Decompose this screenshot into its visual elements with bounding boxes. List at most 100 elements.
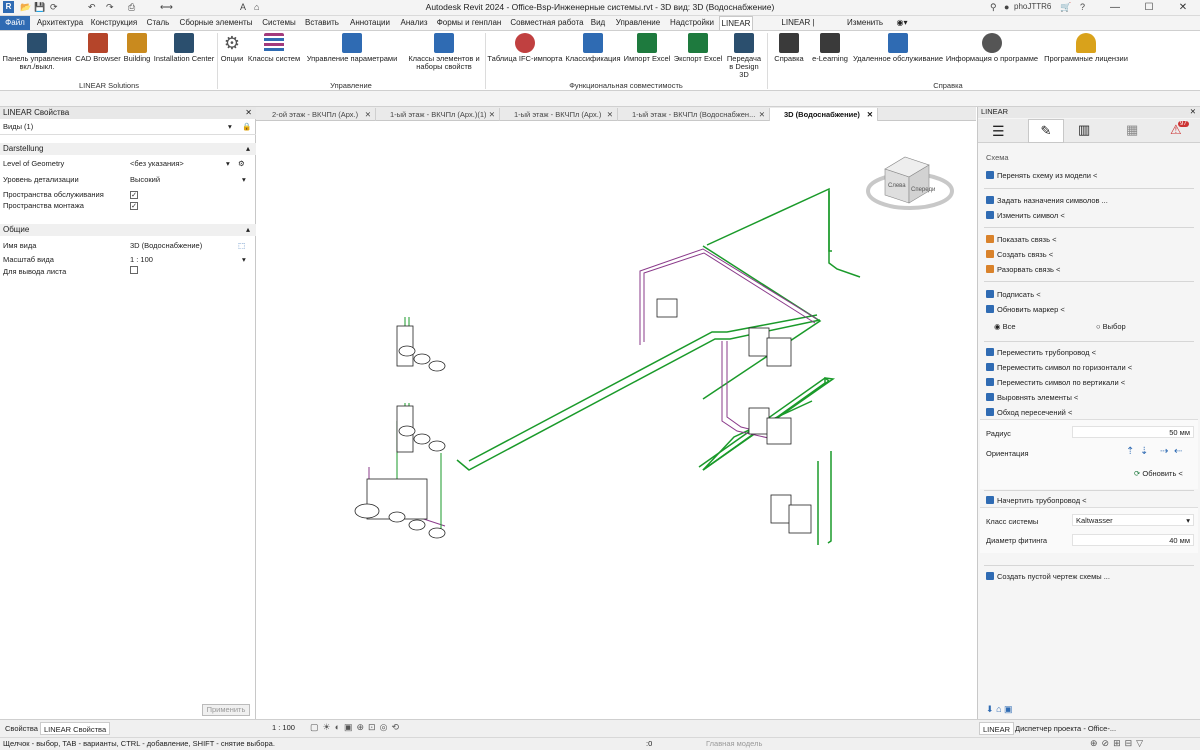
minimize-button[interactable]: —: [1098, 0, 1132, 16]
calculator-icon[interactable]: ▦: [1126, 122, 1138, 138]
user-icon[interactable]: ●: [1004, 2, 1009, 12]
panel-toggle-button[interactable]: Панель управления вкл./выкл.: [2, 33, 72, 71]
classification-button[interactable]: Классификация: [565, 33, 621, 63]
tab-view-1st-floor[interactable]: 1-ый этаж - ВКЧПл (Арх.) ✕: [500, 108, 618, 121]
annotate-button[interactable]: Подписать <: [986, 290, 1041, 299]
tab-project-browser[interactable]: Диспетчер проекта - Office-...: [1012, 722, 1119, 735]
tab-precast[interactable]: Сборные элементы: [177, 16, 255, 30]
tab-overflow-icon[interactable]: ◉▾: [892, 16, 912, 30]
about-button[interactable]: Информация о программе: [944, 33, 1040, 63]
building-button[interactable]: Building: [122, 33, 152, 63]
apply-button[interactable]: Применить: [202, 704, 250, 716]
ifc-table-button[interactable]: Таблица IFC-импорта: [487, 33, 563, 63]
orientation-up-icon[interactable]: ⇡: [1126, 446, 1134, 457]
system-classes-button[interactable]: Классы систем: [246, 33, 302, 63]
options-button[interactable]: ⚙ Опции: [219, 33, 245, 63]
service-spaces-checkbox[interactable]: ✓: [130, 191, 138, 199]
chevron-down-icon[interactable]: ▾: [226, 158, 230, 170]
adopt-schema-button[interactable]: Перенять схему из модели <: [986, 171, 1097, 180]
edit-tab-icon[interactable]: ✎: [1028, 119, 1064, 143]
tab-view[interactable]: Вид: [588, 16, 608, 30]
type-selector[interactable]: Виды (1) ▾ 🔒: [0, 121, 256, 135]
tab-linear-bottom[interactable]: LINEAR: [979, 722, 1015, 735]
radius-input[interactable]: 50 мм: [1072, 426, 1194, 438]
radio-all[interactable]: ◉ Все: [994, 322, 1016, 331]
view-control-icons[interactable]: ▢☀◐▣⊕⊡◎⟲: [310, 722, 403, 733]
tab-insert[interactable]: Вставить: [302, 16, 342, 30]
tab-addins[interactable]: Надстройки: [668, 16, 716, 30]
search-icon[interactable]: ⚲: [990, 2, 997, 13]
close-icon[interactable]: ✕: [607, 108, 613, 121]
selection-filter-icons[interactable]: ⊕⊘⊞⊟▽: [1090, 738, 1147, 749]
tab-architecture[interactable]: Архитектура: [33, 16, 87, 30]
maximize-button[interactable]: ☐: [1132, 0, 1166, 16]
move-pipe-button[interactable]: Переместить трубопровод <: [986, 348, 1096, 357]
pipe-model-drawing[interactable]: Слева Спереди: [257, 121, 976, 719]
remote-support-button[interactable]: Удаленное обслуживание: [852, 33, 944, 63]
section-general[interactable]: Общие ▴: [0, 224, 256, 236]
export-icon[interactable]: ⬇: [986, 704, 994, 714]
help-icon[interactable]: ?: [1080, 2, 1085, 12]
help-button[interactable]: Справка: [770, 33, 808, 63]
close-icon[interactable]: ✕: [1190, 107, 1196, 116]
tab-annotate[interactable]: Аннотации: [344, 16, 396, 30]
design3d-button[interactable]: Передача в Design 3D: [724, 33, 764, 79]
orientation-left-icon[interactable]: ⇠: [1174, 446, 1182, 457]
element-classes-button[interactable]: Классы элементов и наборы свойств: [404, 33, 484, 71]
tab-manage[interactable]: Управление: [610, 16, 666, 30]
tab-view-1st-floor-1[interactable]: 1-ый этаж - ВКЧПл (Арх.)(1) ✕: [376, 108, 500, 121]
camera-icon[interactable]: ⌂: [996, 704, 1001, 714]
chevron-down-icon[interactable]: ▾: [242, 174, 246, 186]
viewcube-front-label[interactable]: Спереди: [911, 187, 935, 193]
tab-modify[interactable]: Изменить: [843, 16, 887, 30]
tab-linear-properties[interactable]: LINEAR Свойства: [40, 722, 111, 735]
tab-linear[interactable]: LINEAR: [719, 16, 753, 30]
close-icon[interactable]: ✕: [489, 108, 495, 121]
fitting-diameter-input[interactable]: 40 мм: [1072, 534, 1194, 546]
draw-pipe-button[interactable]: Начертить трубопровод <: [986, 496, 1087, 505]
tab-linear-tools[interactable]: LINEAR | Инструменты: [756, 16, 840, 41]
refresh-button[interactable]: ⟳ Обновить <: [1134, 469, 1183, 478]
close-icon[interactable]: ✕: [365, 108, 371, 121]
symbol-assignment-button[interactable]: Задать назначения символов ...: [986, 196, 1108, 205]
prop-value[interactable]: 3D (Водоснабжение): [130, 240, 202, 252]
columns-icon[interactable]: ▥: [1078, 122, 1090, 138]
bypass-crossings-button[interactable]: Обход пересечений <: [986, 408, 1072, 417]
section-darstellung[interactable]: Darstellung ▴: [0, 143, 256, 155]
excel-import-button[interactable]: Импорт Excel: [622, 33, 672, 63]
tab-steel[interactable]: Сталь: [142, 16, 174, 30]
3d-view-canvas[interactable]: Слева Спереди: [257, 121, 976, 719]
show-link-button[interactable]: Показать связь <: [986, 235, 1057, 244]
tab-file[interactable]: Файл: [0, 16, 30, 30]
lock-icon[interactable]: 🔒: [242, 121, 251, 133]
excel-export-button[interactable]: Экспорт Excel: [673, 33, 723, 63]
tab-view-2nd-floor[interactable]: 2-ой этаж - ВКЧПл (Арх.) ✕: [258, 108, 376, 121]
chevron-down-icon[interactable]: ▾: [1186, 515, 1190, 526]
user-name[interactable]: phoJTTR6: [1014, 2, 1051, 11]
mounting-spaces-checkbox[interactable]: ✓: [130, 202, 138, 210]
update-marker-button[interactable]: Обновить маркер <: [986, 305, 1065, 314]
close-icon[interactable]: ✕: [759, 108, 765, 121]
orientation-right-icon[interactable]: ⇢: [1160, 446, 1168, 457]
prop-value[interactable]: 1 : 100: [130, 254, 153, 266]
manage-parameters-button[interactable]: Управление параметрами: [304, 33, 400, 63]
tab-massing-site[interactable]: Формы и генплан: [432, 16, 506, 30]
chevron-down-icon[interactable]: ▾: [242, 254, 246, 266]
system-class-select[interactable]: Kaltwasser ▾: [1072, 514, 1194, 526]
active-model[interactable]: Главная модель: [706, 739, 762, 748]
create-link-button[interactable]: Создать связь <: [986, 250, 1053, 259]
close-button[interactable]: ✕: [1166, 0, 1200, 16]
tab-collaborate[interactable]: Совместная работа: [508, 16, 586, 30]
lock-open-icon[interactable]: ▣: [1004, 704, 1013, 714]
prop-value[interactable]: <без указания>: [130, 158, 184, 170]
move-symbol-h-button[interactable]: Переместить символ по горизонтали <: [986, 363, 1132, 372]
chevron-down-icon[interactable]: ▾: [228, 121, 232, 133]
view-scale[interactable]: 1 : 100: [272, 723, 295, 732]
move-symbol-v-button[interactable]: Переместить символ по вертикали <: [986, 378, 1125, 387]
licenses-button[interactable]: Программные лицензии: [1042, 33, 1130, 63]
cart-icon[interactable]: 🛒: [1060, 2, 1071, 13]
create-empty-schema-button[interactable]: Создать пустой чертеж схемы ...: [986, 572, 1110, 581]
collapse-icon[interactable]: ▴: [246, 143, 250, 155]
tab-systems[interactable]: Системы: [258, 16, 300, 30]
tab-properties[interactable]: Свойства: [2, 722, 41, 735]
